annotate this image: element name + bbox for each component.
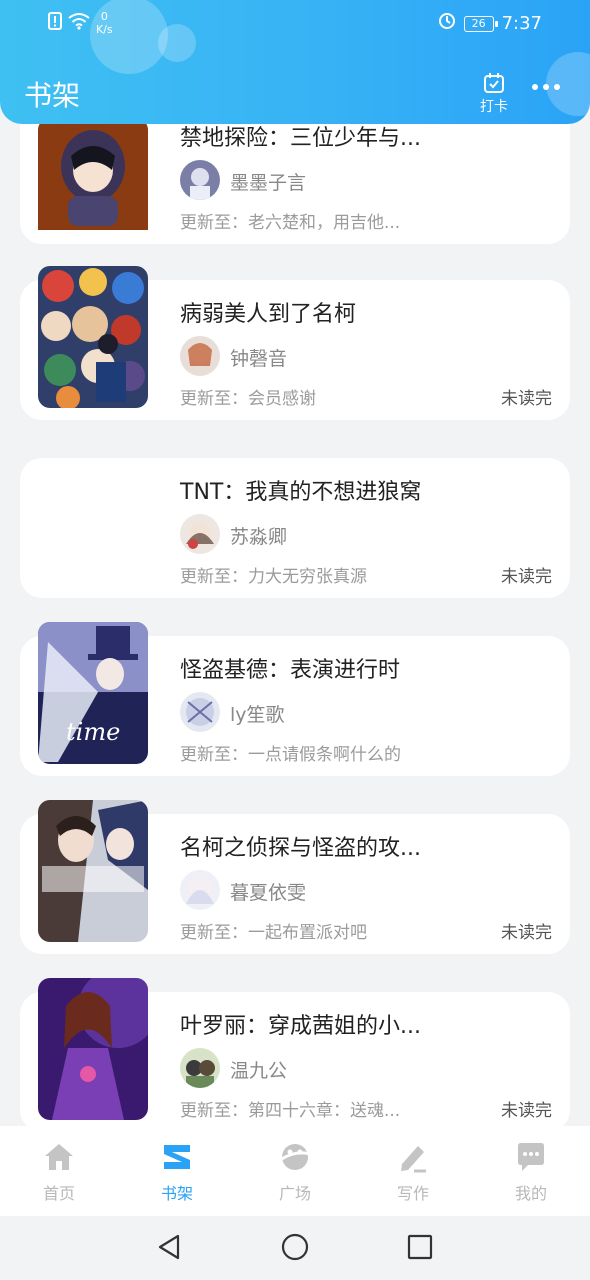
battery-icon: 26	[463, 15, 498, 32]
author-avatar	[180, 160, 220, 200]
tab-bookshelf[interactable]: 书架	[118, 1126, 236, 1216]
alert-icon	[48, 12, 62, 34]
latest-chapter: 更新至：一点请假条啊什么的	[180, 745, 401, 765]
dot	[532, 84, 538, 90]
unread-status: 未读完	[501, 1101, 552, 1121]
book-cover[interactable]	[38, 978, 148, 1120]
book-cover[interactable]	[38, 266, 148, 408]
author-name: ly笙歌	[230, 704, 285, 726]
book-card[interactable]: time 怪盗基德：表演进行时 ly笙歌 更新至：一点请假条啊什么的	[20, 622, 570, 776]
unread-status: 未读完	[501, 923, 552, 943]
book-card[interactable]: TNT：我真的不想进狼窝 苏淼卿 更新至：力大无穷张真源 未读完	[20, 458, 570, 598]
book-card[interactable]: 名柯之侦探与怪盗的攻... 暮夏依雯 更新至：一起布置派对吧 未读完	[20, 800, 570, 954]
book-cover[interactable]	[38, 800, 148, 942]
vibrate-icon	[438, 12, 456, 35]
tab-plaza[interactable]: 广场	[236, 1126, 354, 1216]
svg-text:time: time	[66, 718, 120, 746]
book-title: 病弱美人到了名柯	[180, 302, 357, 327]
author-name: 苏淼卿	[230, 526, 288, 548]
book-card[interactable]: 病弱美人到了名柯 钟磬音 更新至：会员感谢 未读完	[20, 266, 570, 420]
tab-home[interactable]: 首页	[0, 1126, 118, 1216]
chat-bubble-icon	[514, 1140, 548, 1174]
latest-chapter: 更新至：第四十六章：送魂...	[180, 1101, 401, 1121]
book-title: 禁地探险：三位少年与...	[180, 126, 421, 151]
home-icon	[42, 1140, 76, 1174]
checkin-label: 打卡	[480, 99, 508, 115]
book-title: 怪盗基德：表演进行时	[180, 658, 401, 683]
dot	[543, 84, 549, 90]
unread-status: 未读完	[501, 389, 552, 409]
author-avatar	[180, 514, 220, 554]
tab-write[interactable]: 写作	[354, 1126, 472, 1216]
checkin-button[interactable]: 打卡	[476, 72, 512, 116]
author-avatar	[180, 1048, 220, 1088]
more-options-button[interactable]	[532, 84, 560, 90]
pen-icon	[396, 1140, 430, 1174]
bottom-tab-bar: 首页 书架 广场 写作 我的	[0, 1126, 590, 1216]
page-title: 书架	[24, 79, 81, 112]
network-speed: 0 K/s	[96, 10, 113, 36]
clock: 7:37	[501, 13, 542, 34]
book-cover[interactable]: time	[38, 622, 148, 764]
author-avatar	[180, 336, 220, 376]
book-title: TNT：我真的不想进狼窝	[180, 480, 422, 505]
app-header: 0 K/s 26 7:37 书架 打卡	[0, 0, 590, 124]
book-cover[interactable]	[38, 118, 148, 260]
recent-apps-icon[interactable]	[407, 1233, 433, 1261]
author-name: 钟磬音	[230, 348, 288, 370]
book-title: 名柯之侦探与怪盗的攻...	[180, 836, 421, 861]
home-button-icon[interactable]	[281, 1233, 309, 1261]
author-name: 暮夏依雯	[230, 882, 307, 904]
book-title: 叶罗丽：穿成茜姐的小...	[180, 1014, 421, 1039]
dot	[554, 84, 560, 90]
back-icon[interactable]	[156, 1233, 182, 1261]
status-bar: 0 K/s 26 7:37	[0, 0, 590, 46]
author-avatar	[180, 870, 220, 910]
author-avatar	[180, 692, 220, 732]
calendar-check-icon	[476, 72, 512, 96]
wifi-icon	[68, 12, 90, 34]
latest-chapter: 更新至：老六楚和，用吉他...	[180, 213, 401, 233]
bookshelf-icon	[160, 1140, 194, 1174]
book-card[interactable]: 禁地探险：三位少年与... 墨墨子言 更新至：老六楚和，用吉他...	[20, 104, 570, 244]
planet-icon	[278, 1140, 312, 1174]
latest-chapter: 更新至：一起布置派对吧	[180, 923, 367, 943]
author-name: 温九公	[230, 1060, 288, 1082]
latest-chapter: 更新至：会员感谢	[180, 389, 316, 409]
unread-status: 未读完	[501, 567, 552, 587]
author-name: 墨墨子言	[230, 172, 307, 194]
book-card[interactable]: 叶罗丽：穿成茜姐的小... 温九公 更新至：第四十六章：送魂... 未读完	[20, 978, 570, 1132]
latest-chapter: 更新至：力大无穷张真源	[180, 567, 367, 587]
system-nav-bar	[0, 1216, 590, 1280]
tab-mine[interactable]: 我的	[472, 1126, 590, 1216]
